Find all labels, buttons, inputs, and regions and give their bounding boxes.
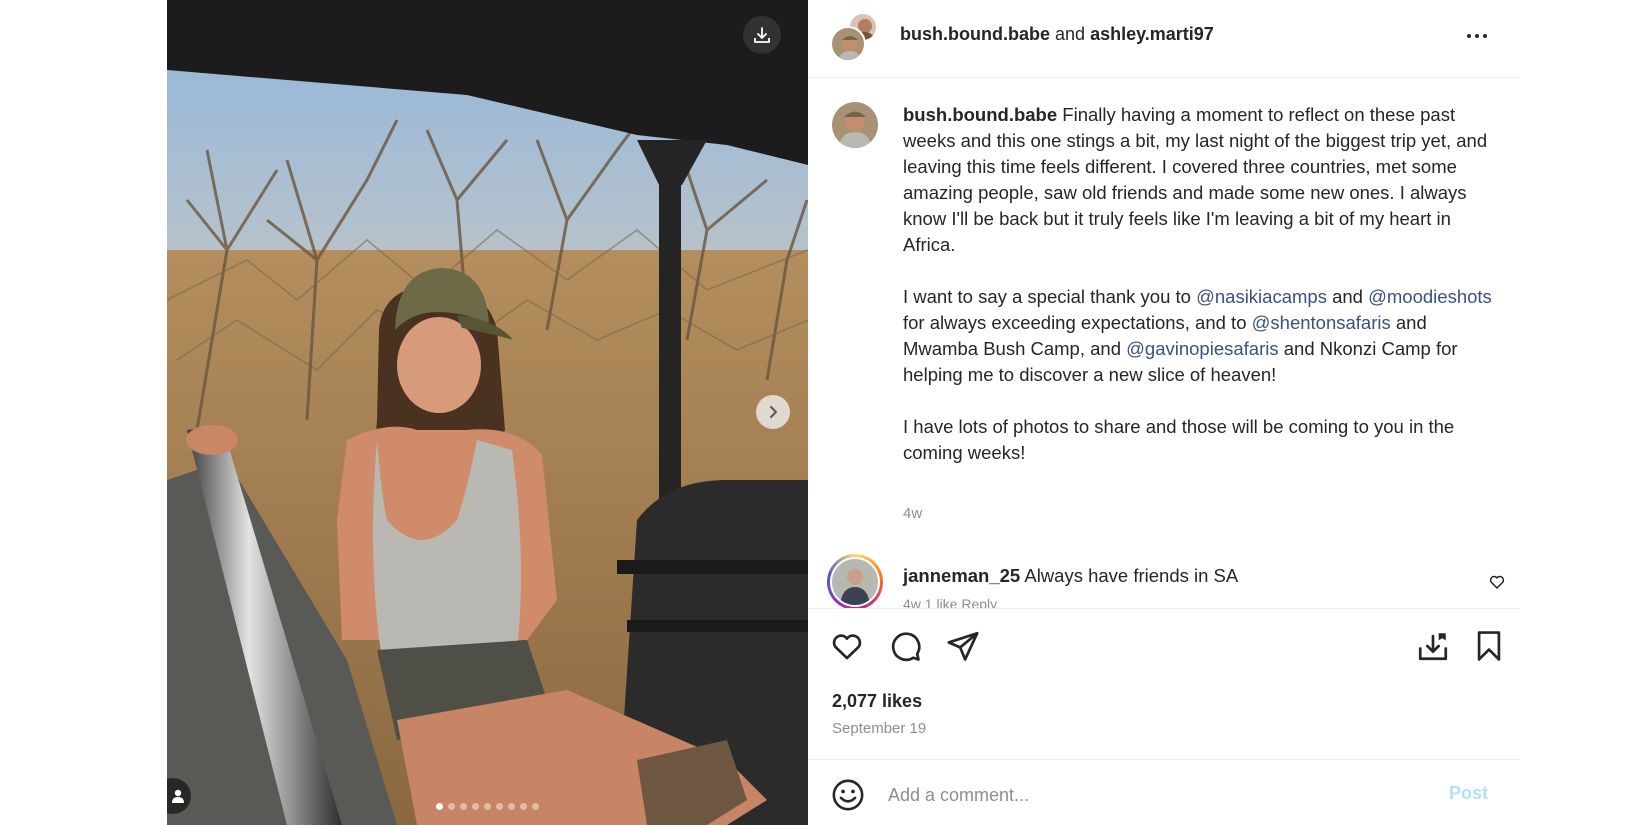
carousel-dot <box>436 803 443 810</box>
carousel-dot <box>520 803 527 810</box>
post-caption: bush.bound.babe Finally having a moment … <box>903 102 1493 466</box>
carousel-dot <box>472 803 479 810</box>
chevron-right-icon <box>770 406 777 418</box>
download-button[interactable] <box>743 16 781 54</box>
mention-link[interactable]: @shentonsafaris <box>1252 312 1391 333</box>
mention-link[interactable]: @moodieshots <box>1368 286 1492 307</box>
carousel-dot <box>460 803 467 810</box>
caption-timestamp[interactable]: 4w <box>903 505 922 522</box>
carousel-dot <box>448 803 455 810</box>
post-media[interactable] <box>167 0 808 825</box>
more-options-button[interactable] <box>1462 24 1492 48</box>
comment-icon[interactable] <box>888 629 922 663</box>
caption-text: for always exceeding expectations, and t… <box>903 312 1247 333</box>
comment-input[interactable] <box>888 782 1408 808</box>
caption-paragraph-3: I have lots of photos to share and those… <box>903 416 1455 463</box>
post-photo <box>167 0 808 825</box>
mention-link[interactable]: @nasikiacamps <box>1196 286 1327 307</box>
add-comment-bar: Post <box>808 759 1520 825</box>
likes-count[interactable]: 2,077 likes <box>832 691 922 712</box>
comment-username[interactable]: janneman_25 <box>903 565 1020 586</box>
caption-text: and <box>1332 286 1363 307</box>
caption-text: I want to say a special thank you to <box>903 286 1191 307</box>
carousel-dot <box>496 803 503 810</box>
caption-avatar[interactable] <box>832 102 878 148</box>
post-actions: 2,077 likes September 19 Post <box>808 608 1520 825</box>
post-date[interactable]: September 19 <box>832 720 926 737</box>
collab-avatars[interactable] <box>830 12 878 62</box>
more-horizontal-icon <box>1467 34 1487 38</box>
comments-section[interactable]: bush.bound.babe Finally having a moment … <box>808 78 1520 608</box>
emoji-icon[interactable] <box>831 778 865 812</box>
post-header: bush.bound.babe and ashley.marti97 <box>808 0 1520 78</box>
next-slide-button[interactable] <box>756 395 790 429</box>
comment-text: Always have friends in SA <box>1024 565 1239 586</box>
person-tag-icon <box>172 789 184 803</box>
carousel-dot <box>508 803 515 810</box>
carousel-dot <box>484 803 491 810</box>
author-username[interactable]: bush.bound.babe <box>900 24 1050 44</box>
caption-username[interactable]: bush.bound.babe <box>903 104 1057 125</box>
download-to-collection-icon[interactable] <box>1416 629 1450 663</box>
avatar <box>830 26 866 62</box>
bookmark-icon[interactable] <box>1472 629 1506 663</box>
post-comment-button[interactable]: Post <box>1449 783 1488 804</box>
heart-icon[interactable] <box>830 629 864 663</box>
author-joiner: and <box>1055 24 1086 44</box>
post-details-panel: bush.bound.babe and ashley.marti97 bush.… <box>808 0 1520 825</box>
coauthor-username[interactable]: ashley.marti97 <box>1090 24 1214 44</box>
comment-meta[interactable]: 4w 1 like Reply <box>903 596 997 608</box>
mention-link[interactable]: @gavinopiesafaris <box>1126 338 1278 359</box>
comment-item: janneman_25 Always have friends in SA <box>903 563 1238 589</box>
send-icon[interactable] <box>946 629 980 663</box>
comment-avatar[interactable] <box>827 554 883 608</box>
post-authors: bush.bound.babe and ashley.marti97 <box>900 22 1214 46</box>
comment-heart-icon[interactable] <box>1488 573 1506 591</box>
carousel-indicator <box>167 803 808 810</box>
caption-paragraph-1: Finally having a moment to reflect on th… <box>903 104 1488 255</box>
download-icon <box>754 27 770 43</box>
carousel-dot <box>532 803 539 810</box>
